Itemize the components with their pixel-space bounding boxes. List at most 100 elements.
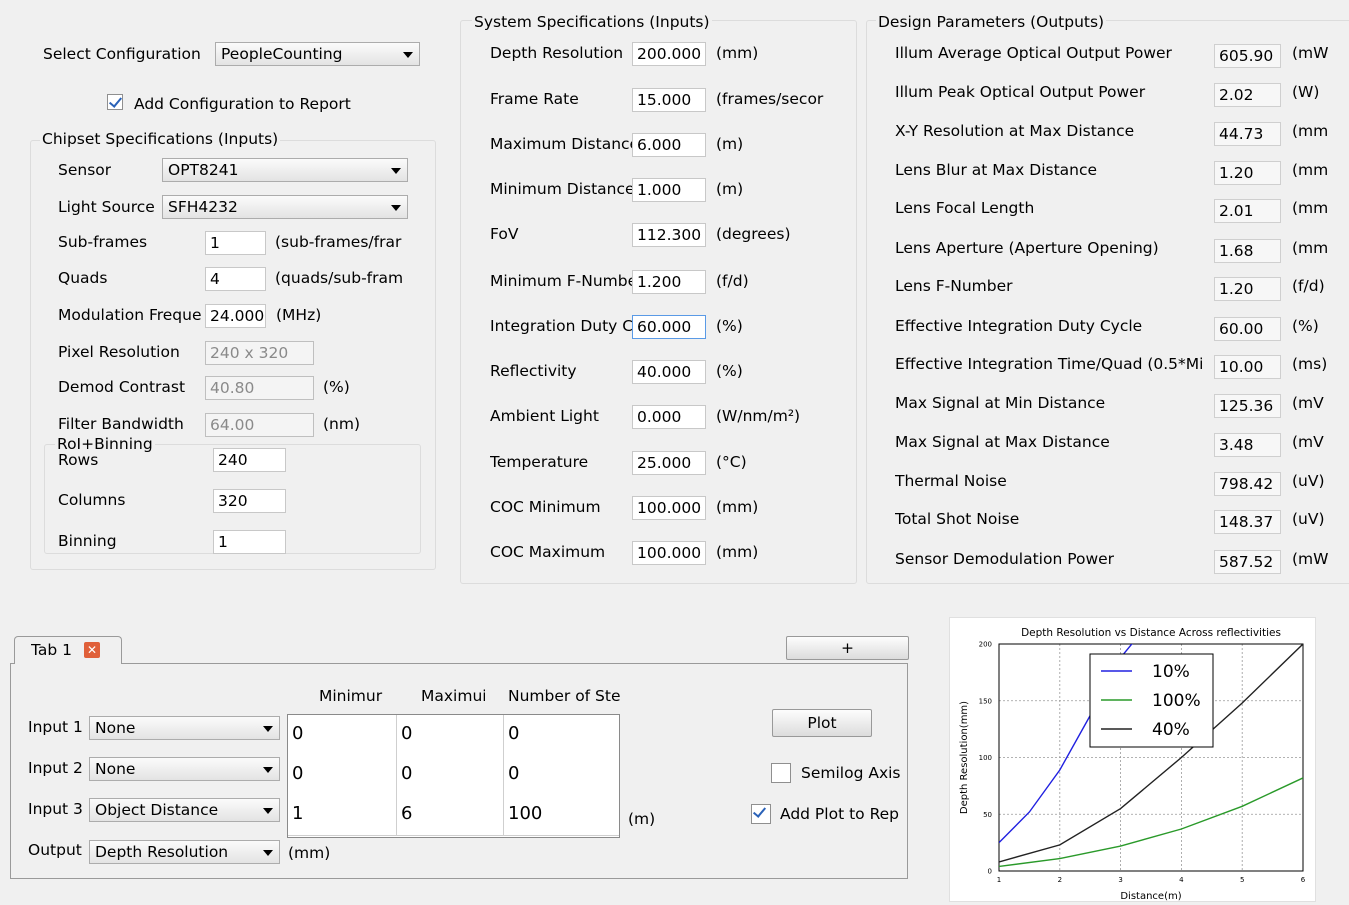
input-select-value: Object Distance: [95, 801, 219, 819]
demod-label: Demod Contrast: [58, 378, 186, 396]
table-cell-steps[interactable]: 100: [504, 795, 619, 836]
design-row-label: Effective Integration Duty Cycle: [895, 317, 1143, 335]
input-select[interactable]: None: [89, 757, 280, 781]
x-tick-label: 1: [997, 876, 1001, 884]
design-row-value: 798.42: [1214, 472, 1281, 496]
x-tick-label: 6: [1301, 876, 1306, 884]
system-row-field[interactable]: 0.000: [632, 405, 706, 429]
design-row-value: 44.73: [1214, 122, 1281, 146]
system-row-field[interactable]: 40.000: [632, 360, 706, 384]
table-cell-steps[interactable]: 0: [504, 755, 619, 796]
x-tick-label: 5: [1240, 876, 1244, 884]
table-cell-max[interactable]: 6: [397, 795, 504, 836]
tab-1[interactable]: Tab 1 ✕: [14, 636, 122, 664]
system-row-label: Maximum Distance: [490, 135, 633, 153]
subframes-field[interactable]: 1: [205, 231, 266, 255]
design-row-value: 1.68: [1214, 239, 1281, 263]
legend-label-2: 40%: [1152, 720, 1190, 740]
system-row-field[interactable]: 100.000: [632, 496, 706, 520]
design-row-unit: (mV: [1292, 394, 1324, 412]
design-row-unit: (mm: [1292, 239, 1328, 257]
x-tick-label: 3: [1118, 876, 1122, 884]
design-row-unit: (ms): [1292, 355, 1328, 373]
rows-label: Rows: [58, 451, 99, 469]
add-plot-report-checkbox[interactable]: [751, 804, 771, 824]
depth-resolution-chart: Depth Resolution vs Distance Across refl…: [959, 627, 1306, 902]
demod-unit: (%): [323, 378, 350, 396]
output-select[interactable]: Depth Resolution: [89, 840, 280, 864]
table-cell-min[interactable]: 0: [288, 755, 397, 796]
design-row-label: X-Y Resolution at Max Distance: [895, 122, 1135, 140]
add-config-report-checkbox[interactable]: [107, 94, 123, 110]
system-row-field[interactable]: 6.000: [632, 133, 706, 157]
system-row-field[interactable]: 1.000: [632, 178, 706, 202]
table-cell-max[interactable]: 0: [397, 715, 504, 756]
input-select[interactable]: Object Distance: [89, 798, 280, 822]
binning-field[interactable]: 1: [213, 530, 286, 554]
table-cell-steps[interactable]: 0: [504, 715, 619, 756]
columns-label: Columns: [58, 491, 126, 509]
y-tick-label: 50: [983, 811, 992, 819]
design-row-value: 125.36: [1214, 394, 1281, 418]
design-row-unit: (mm: [1292, 122, 1328, 140]
system-row-field[interactable]: 200.000: [632, 42, 706, 66]
light-source-select-value: SFH4232: [168, 198, 238, 216]
system-row-unit: (degrees): [716, 225, 791, 243]
semilog-checkbox[interactable]: [771, 763, 791, 783]
system-row-label: Ambient Light: [490, 407, 599, 425]
system-row-label: COC Maximum: [490, 543, 606, 561]
subframes-label: Sub-frames: [58, 233, 148, 251]
x-tick-label: 2: [1058, 876, 1062, 884]
system-row-field[interactable]: 60.000: [632, 315, 706, 339]
y-tick-label: 150: [979, 697, 992, 705]
output-select-value: Depth Resolution: [95, 843, 229, 861]
chart-title: Depth Resolution vs Distance Across refl…: [1021, 627, 1281, 639]
system-row-label: Depth Resolution: [490, 44, 624, 62]
chevron-down-icon: [263, 726, 273, 732]
system-row-field[interactable]: 100.000: [632, 541, 706, 565]
system-row-unit: (m): [716, 180, 744, 198]
output-unit: (mm): [288, 844, 331, 862]
add-tab-button[interactable]: +: [786, 636, 909, 660]
table-cell-min[interactable]: 0: [288, 715, 397, 756]
system-row-unit: (frames/secor: [716, 90, 824, 108]
input-select-value: None: [95, 760, 136, 778]
design-row-value: 605.90: [1214, 44, 1281, 68]
design-row-unit: (W): [1292, 83, 1320, 101]
system-row-field[interactable]: 15.000: [632, 88, 706, 112]
chevron-down-icon: [263, 850, 273, 856]
design-row-label: Lens Aperture (Aperture Opening): [895, 239, 1159, 257]
quads-field[interactable]: 4: [205, 267, 266, 291]
design-row-label: Effective Integration Time/Quad (0.5*Mi: [895, 355, 1204, 373]
system-row-unit: (mm): [716, 44, 759, 62]
modfreq-field[interactable]: 24.000: [205, 304, 266, 328]
light-source-select[interactable]: SFH4232: [162, 195, 408, 219]
pixres-field: 240 x 320: [205, 341, 314, 365]
table-cell-min[interactable]: 1: [288, 795, 397, 836]
system-row-label: Temperature: [490, 453, 589, 471]
table-cell-max[interactable]: 0: [397, 755, 504, 796]
sensor-select[interactable]: OPT8241: [162, 158, 408, 182]
config-select[interactable]: PeopleCounting: [215, 42, 420, 66]
tab-1-label: Tab 1: [31, 641, 73, 659]
rows-field[interactable]: 240: [213, 448, 286, 472]
design-row-label: Max Signal at Max Distance: [895, 433, 1110, 451]
quads-label: Quads: [58, 269, 108, 287]
columns-field[interactable]: 320: [213, 489, 286, 513]
design-row-label: Total Shot Noise: [895, 510, 1020, 528]
system-row-field[interactable]: 112.300: [632, 223, 706, 247]
filter-field: 64.00: [205, 413, 314, 437]
design-row-unit: (mW: [1292, 550, 1328, 568]
system-row-unit: (%): [716, 362, 743, 380]
system-row-label: Minimum F-Numbe: [490, 272, 633, 290]
system-row-unit: (mm): [716, 498, 759, 516]
system-row-field[interactable]: 1.200: [632, 270, 706, 294]
close-icon[interactable]: ✕: [84, 642, 100, 658]
input-select[interactable]: None: [89, 716, 280, 740]
semilog-label: Semilog Axis: [801, 764, 901, 782]
system-row-field[interactable]: 25.000: [632, 451, 706, 475]
subframes-unit: (sub-frames/frar: [275, 233, 402, 251]
plot-button[interactable]: Plot: [772, 709, 872, 737]
design-row-label: Max Signal at Min Distance: [895, 394, 1106, 412]
light-source-label: Light Source: [58, 198, 155, 216]
